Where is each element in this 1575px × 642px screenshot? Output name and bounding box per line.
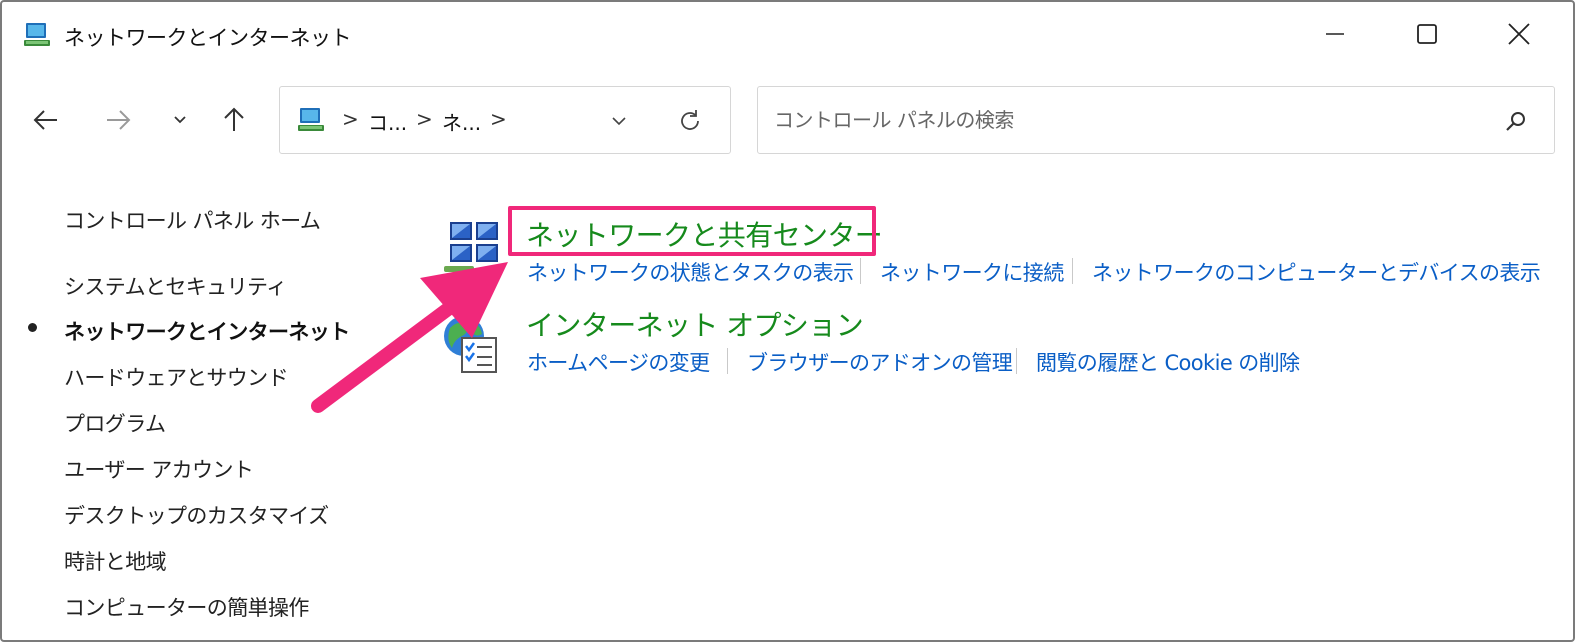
refresh-button[interactable] bbox=[676, 107, 704, 135]
sidebar-item-system-security[interactable]: システムとセキュリティ bbox=[64, 271, 287, 301]
refresh-icon bbox=[681, 110, 699, 130]
maximize-button[interactable] bbox=[1404, 14, 1450, 54]
link-connect-to-network[interactable]: ネットワークに接続 bbox=[880, 257, 1064, 287]
minimize-button[interactable] bbox=[1312, 14, 1358, 54]
breadcrumb-item-control-panel[interactable]: コ... bbox=[368, 107, 407, 136]
control-panel-window: ネットワークとインターネット > コ... > ネ... > コントロール パネ… bbox=[0, 0, 1575, 642]
back-button[interactable] bbox=[26, 98, 66, 142]
control-panel-icon bbox=[296, 105, 326, 135]
link-view-network-computers-devices[interactable]: ネットワークのコンピューターとデバイスの表示 bbox=[1092, 257, 1541, 287]
search-button[interactable] bbox=[1502, 107, 1530, 135]
category-title-internet-options[interactable]: インターネット オプション bbox=[526, 304, 864, 344]
active-bullet bbox=[28, 323, 37, 332]
sidebar-item-user-accounts[interactable]: ユーザー アカウント bbox=[64, 454, 254, 484]
sidebar-item-ease-of-access[interactable]: コンピューターの簡単操作 bbox=[64, 592, 309, 622]
sidebar-item-desktop-customization[interactable]: デスクトップのカスタマイズ bbox=[64, 500, 329, 530]
link-change-homepage[interactable]: ホームページの変更 bbox=[527, 347, 710, 377]
address-dropdown-button[interactable] bbox=[606, 108, 632, 134]
address-bar[interactable]: > コ... > ネ... > bbox=[279, 86, 731, 154]
chevron-down-icon bbox=[174, 116, 186, 124]
close-icon bbox=[1508, 23, 1530, 45]
link-separator bbox=[860, 258, 861, 284]
recent-locations-button[interactable] bbox=[160, 98, 200, 142]
minimize-icon bbox=[1326, 33, 1344, 35]
close-button[interactable] bbox=[1496, 14, 1542, 54]
arrow-left-icon bbox=[33, 110, 57, 130]
search-icon bbox=[1506, 112, 1525, 131]
breadcrumb-separator[interactable]: > bbox=[490, 107, 507, 131]
highlight-annotation-box bbox=[508, 206, 876, 256]
breadcrumb-separator: > bbox=[416, 107, 433, 131]
chevron-down-icon bbox=[612, 117, 626, 126]
sidebar-item-control-panel-home[interactable]: コントロール パネル ホーム bbox=[64, 205, 321, 235]
search-box[interactable] bbox=[757, 86, 1555, 154]
arrow-right-icon bbox=[107, 110, 131, 130]
up-button[interactable] bbox=[214, 98, 254, 142]
breadcrumb-separator: > bbox=[342, 107, 359, 131]
link-view-network-status[interactable]: ネットワークの状態とタスクの表示 bbox=[527, 257, 854, 287]
title-bar: ネットワークとインターネット bbox=[2, 2, 1573, 68]
link-manage-browser-addons[interactable]: ブラウザーのアドオンの管理 bbox=[747, 347, 1013, 377]
link-separator bbox=[1072, 258, 1073, 284]
link-delete-browsing-history-cookies[interactable]: 閲覧の履歴と Cookie の削除 bbox=[1036, 347, 1300, 377]
maximize-icon bbox=[1417, 24, 1437, 44]
sidebar-item-programs[interactable]: プログラム bbox=[64, 408, 166, 438]
window-title: ネットワークとインターネット bbox=[64, 26, 352, 50]
link-separator bbox=[1016, 348, 1017, 374]
sidebar-item-hardware-sound[interactable]: ハードウェアとサウンド bbox=[64, 362, 289, 392]
forward-button[interactable] bbox=[98, 98, 138, 142]
breadcrumb-item-network[interactable]: ネ... bbox=[442, 107, 481, 136]
link-separator bbox=[727, 348, 728, 374]
sidebar-item-clock-region[interactable]: 時計と地域 bbox=[64, 546, 167, 576]
annotation-arrow-icon bbox=[311, 262, 508, 413]
arrow-up-icon bbox=[224, 107, 244, 131]
control-panel-icon bbox=[22, 20, 52, 50]
search-input[interactable] bbox=[772, 103, 1476, 137]
